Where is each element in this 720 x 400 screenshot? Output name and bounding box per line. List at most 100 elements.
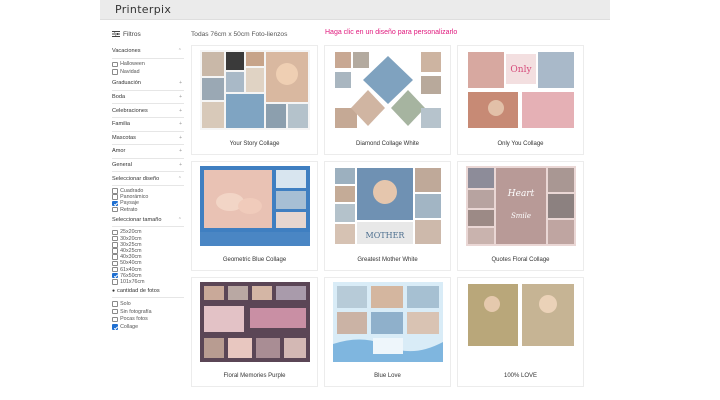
product-card[interactable]: Geometric Blue Collage (191, 161, 318, 271)
section-label: Celebraciones (112, 107, 148, 114)
section-fotos[interactable]: ● cantidad de fotos (112, 286, 184, 298)
checkbox-checked[interactable] (112, 200, 118, 207)
product-thumbnail[interactable] (333, 50, 443, 130)
option-size[interactable]: 101x76cm (112, 279, 184, 285)
section-amor[interactable]: Amor + (112, 145, 184, 159)
option-label: Sin fotografía (120, 308, 152, 315)
checkbox[interactable] (112, 308, 118, 315)
checkbox[interactable] (112, 301, 118, 307)
product-thumbnail[interactable]: MOTHER (333, 166, 443, 246)
plus-icon: + (179, 148, 182, 155)
option-label: 101x76cm (120, 278, 145, 285)
section-celebraciones[interactable]: Celebraciones + (112, 104, 184, 118)
option-retrato[interactable]: Retrato (112, 207, 184, 213)
option-label: Paysaje (120, 200, 139, 207)
checkbox[interactable] (112, 279, 118, 285)
section-label: Amor (112, 148, 126, 155)
product-name[interactable]: Quotes Floral Collage (458, 257, 583, 263)
product-thumbnail[interactable] (200, 166, 310, 246)
section-label: Vacaciones (112, 48, 141, 55)
product-name[interactable]: Greatest Mother White (325, 257, 450, 263)
diseno-options: Cuadrado Panorámico Paysaje Retrato (112, 186, 184, 214)
product-card[interactable]: Blue Love (324, 277, 451, 387)
option-label: Solo (120, 300, 131, 307)
option-collage[interactable]: Collage (112, 323, 184, 331)
section-tamano[interactable]: Seleccionar tamaño ⌃ (112, 214, 184, 228)
product-name[interactable]: Blue Love (325, 373, 450, 379)
product-card[interactable]: 100% LOVE (457, 277, 584, 387)
filter-header[interactable]: Filtros (112, 28, 184, 40)
svg-text:Only: Only (510, 65, 532, 75)
filter-title: Filtros (123, 30, 141, 38)
section-label: General (112, 162, 132, 169)
option-label: Pocas fotos (120, 316, 148, 323)
checkbox[interactable] (112, 194, 118, 201)
product-card[interactable]: Heart Smile Quotes Floral Collage (457, 161, 584, 271)
vacaciones-options: Halloween Navidad (112, 59, 184, 78)
section-label: Graduación (112, 80, 141, 87)
product-card[interactable]: Floral Memories Purple (191, 277, 318, 387)
option-label: 30x25cm (120, 241, 142, 248)
option-solo[interactable]: Solo (112, 300, 184, 308)
product-thumbnail[interactable]: Only (466, 50, 576, 130)
option-label: 61x40cm (120, 266, 142, 273)
product-name[interactable]: Your Story Collage (192, 141, 317, 147)
checkbox[interactable] (112, 69, 118, 76)
option-halloween[interactable]: Halloween (112, 61, 184, 69)
brand-logo[interactable]: Printerpix (115, 3, 171, 16)
checkbox[interactable] (112, 61, 118, 68)
checkbox[interactable] (112, 316, 118, 323)
product-name[interactable]: Geometric Blue Collage (192, 257, 317, 263)
section-familia[interactable]: Familia + (112, 118, 184, 132)
plus-icon: + (179, 80, 182, 87)
product-thumbnail[interactable] (466, 282, 576, 362)
section-label: Boda (112, 94, 126, 101)
svg-text:Smile: Smile (511, 212, 531, 220)
section-boda[interactable]: Boda + (112, 91, 184, 105)
product-name[interactable]: 100% LOVE (458, 373, 583, 379)
section-label: Seleccionar tamaño (112, 216, 162, 223)
option-navidad[interactable]: Navidad (112, 68, 184, 76)
chevron-up-icon: ⌃ (177, 175, 182, 182)
product-card[interactable]: MOTHER Greatest Mother White (324, 161, 451, 271)
product-thumbnail[interactable] (333, 282, 443, 362)
breadcrumb: Todas 76cm x 50cm Foto-lienzos (191, 31, 288, 38)
option-label: Collage (120, 324, 139, 331)
checkbox-checked[interactable] (112, 272, 118, 279)
plus-icon: + (179, 121, 182, 128)
product-name[interactable]: Floral Memories Purple (192, 373, 317, 379)
checkbox[interactable] (112, 229, 118, 236)
section-general[interactable]: General + (112, 159, 184, 173)
product-card[interactable]: Only Only You Collage (457, 45, 584, 155)
product-card[interactable]: Your Story Collage (191, 45, 318, 155)
product-name[interactable]: Diamond Collage White (325, 141, 450, 147)
plus-icon: + (179, 162, 182, 169)
product-thumbnail[interactable] (200, 282, 310, 362)
product-thumbnail[interactable]: Heart Smile (466, 166, 576, 246)
checkbox[interactable] (112, 254, 118, 260)
checkbox[interactable] (112, 241, 118, 248)
section-vacaciones[interactable]: Vacaciones ⌃ (112, 45, 184, 59)
bullet-icon: ● (112, 288, 116, 295)
checkbox[interactable] (112, 248, 118, 254)
option-sin-fotografia[interactable]: Sin fotografía (112, 308, 184, 316)
product-card[interactable]: Diamond Collage White (324, 45, 451, 155)
plus-icon: + (179, 107, 182, 114)
checkbox[interactable] (112, 235, 118, 242)
section-label: Seleccionar diseño (112, 175, 160, 182)
filter-sidebar: Filtros Vacaciones ⌃ Halloween Navidad G… (112, 28, 184, 332)
checkbox-checked[interactable] (112, 324, 118, 331)
checkbox[interactable] (112, 206, 118, 213)
product-name[interactable]: Only You Collage (458, 141, 583, 147)
section-graduacion[interactable]: Graduación + (112, 77, 184, 91)
svg-text:Heart: Heart (507, 189, 535, 199)
section-mascotas[interactable]: Mascotas + (112, 132, 184, 146)
option-pocas-fotos[interactable]: Pocas fotos (112, 316, 184, 324)
option-label: 40x30cm (120, 254, 142, 261)
product-thumbnail[interactable] (200, 50, 310, 130)
section-diseno[interactable]: Seleccionar diseño ⌃ (112, 172, 184, 186)
checkbox[interactable] (112, 188, 118, 194)
section-label: Mascotas (112, 134, 136, 141)
checkbox[interactable] (112, 266, 118, 273)
checkbox[interactable] (112, 260, 118, 267)
